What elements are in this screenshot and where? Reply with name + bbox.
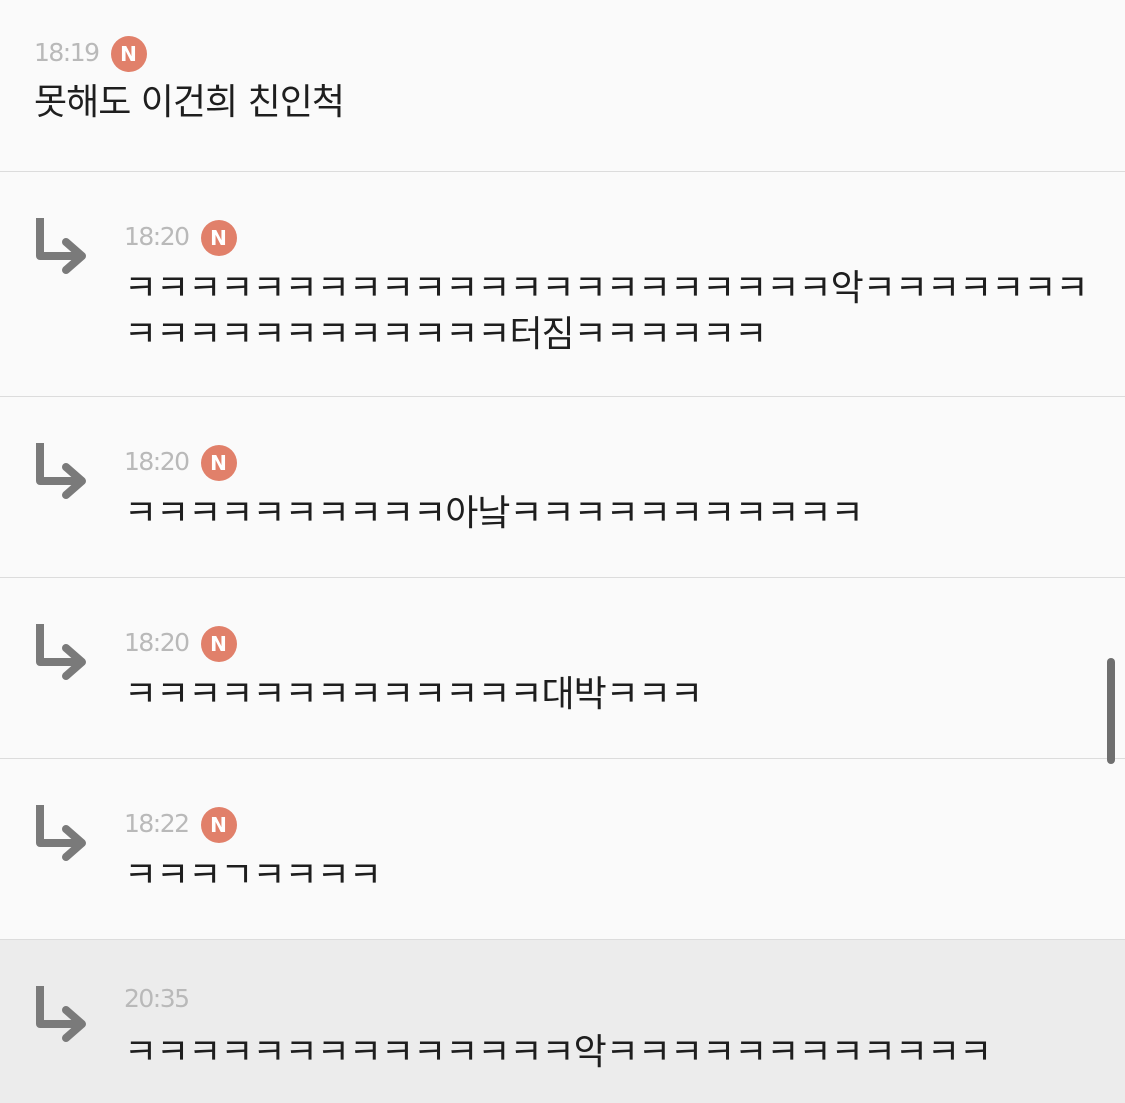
reply-arrow-icon: [36, 986, 86, 1042]
comment-thread: 18:19 N 못해도 이건희 친인척 18:20 N ㅋㅋㅋㅋㅋㅋㅋㅋㅋㅋㅋㅋ…: [0, 0, 1125, 1103]
comment-meta: 18:19 N: [34, 32, 147, 72]
comment-text: ㅋㅋㅋㄱㅋㅋㅋㅋ: [124, 855, 382, 896]
comment-text: ㅋㅋㅋㅋㅋㅋㅋㅋㅋㅋㅋㅋㅋㅋ악ㅋㅋㅋㅋㅋㅋㅋㅋㅋㅋㅋㅋ: [124, 1032, 992, 1073]
reply-comment[interactable]: 18:20 N ㅋㅋㅋㅋㅋㅋㅋㅋㅋㅋ아낰ㅋㅋㅋㅋㅋㅋㅋㅋㅋㅋㅋ: [0, 397, 1125, 578]
comment-meta: 18:20 N: [124, 216, 237, 256]
reply-comment[interactable]: 18:22 N ㅋㅋㅋㄱㅋㅋㅋㅋ: [0, 759, 1125, 940]
reply-comment[interactable]: 18:20 N ㅋㅋㅋㅋㅋㅋㅋㅋㅋㅋㅋㅋㅋㅋㅋㅋㅋㅋㅋㅋㅋㅋ악ㅋㅋㅋㅋㅋㅋㅋㅋㅋ…: [0, 172, 1125, 397]
root-comment[interactable]: 18:19 N 못해도 이건희 친인척: [0, 0, 1125, 172]
comment-time: 18:20: [124, 627, 190, 657]
comment-meta: 18:20 N: [124, 622, 237, 662]
comment-text: 못해도 이건희 친인척: [34, 82, 345, 123]
new-badge: N: [200, 626, 237, 662]
comment-time: 18:20: [124, 446, 190, 476]
new-badge: N: [200, 220, 237, 256]
reply-arrow-icon: [36, 443, 86, 499]
comment-meta: 18:20 N: [124, 441, 237, 481]
new-badge: N: [200, 445, 237, 481]
comment-text: ㅋㅋㅋㅋㅋㅋㅋㅋㅋㅋㅋㅋㅋ대박ㅋㅋㅋ: [124, 674, 703, 715]
reply-comment[interactable]: 18:20 N ㅋㅋㅋㅋㅋㅋㅋㅋㅋㅋㅋㅋㅋ대박ㅋㅋㅋ: [0, 578, 1125, 759]
comment-text: ㅋㅋㅋㅋㅋㅋㅋㅋㅋㅋㅋㅋㅋㅋㅋㅋㅋㅋㅋㅋㅋㅋ악ㅋㅋㅋㅋㅋㅋㅋㅋㅋㅋㅋㅋㅋㅋㅋㅋㅋ…: [124, 268, 1089, 355]
comment-time: 20:35: [124, 984, 190, 1013]
scrollbar[interactable]: [1107, 658, 1115, 764]
comment-text: ㅋㅋㅋㅋㅋㅋㅋㅋㅋㅋ아낰ㅋㅋㅋㅋㅋㅋㅋㅋㅋㅋㅋ: [124, 493, 864, 534]
new-badge: N: [200, 807, 237, 843]
comment-time: 18:20: [124, 221, 190, 251]
comment-meta: 20:35: [124, 984, 190, 1013]
reply-arrow-icon: [36, 624, 86, 680]
comment-time: 18:19: [34, 37, 100, 67]
comment-time: 18:22: [124, 808, 190, 838]
reply-arrow-icon: [36, 218, 86, 274]
reply-arrow-icon: [36, 805, 86, 861]
new-badge: N: [110, 36, 147, 72]
reply-comment-selected[interactable]: 20:35 ㅋㅋㅋㅋㅋㅋㅋㅋㅋㅋㅋㅋㅋㅋ악ㅋㅋㅋㅋㅋㅋㅋㅋㅋㅋㅋㅋ: [0, 940, 1125, 1103]
comment-meta: 18:22 N: [124, 803, 237, 843]
